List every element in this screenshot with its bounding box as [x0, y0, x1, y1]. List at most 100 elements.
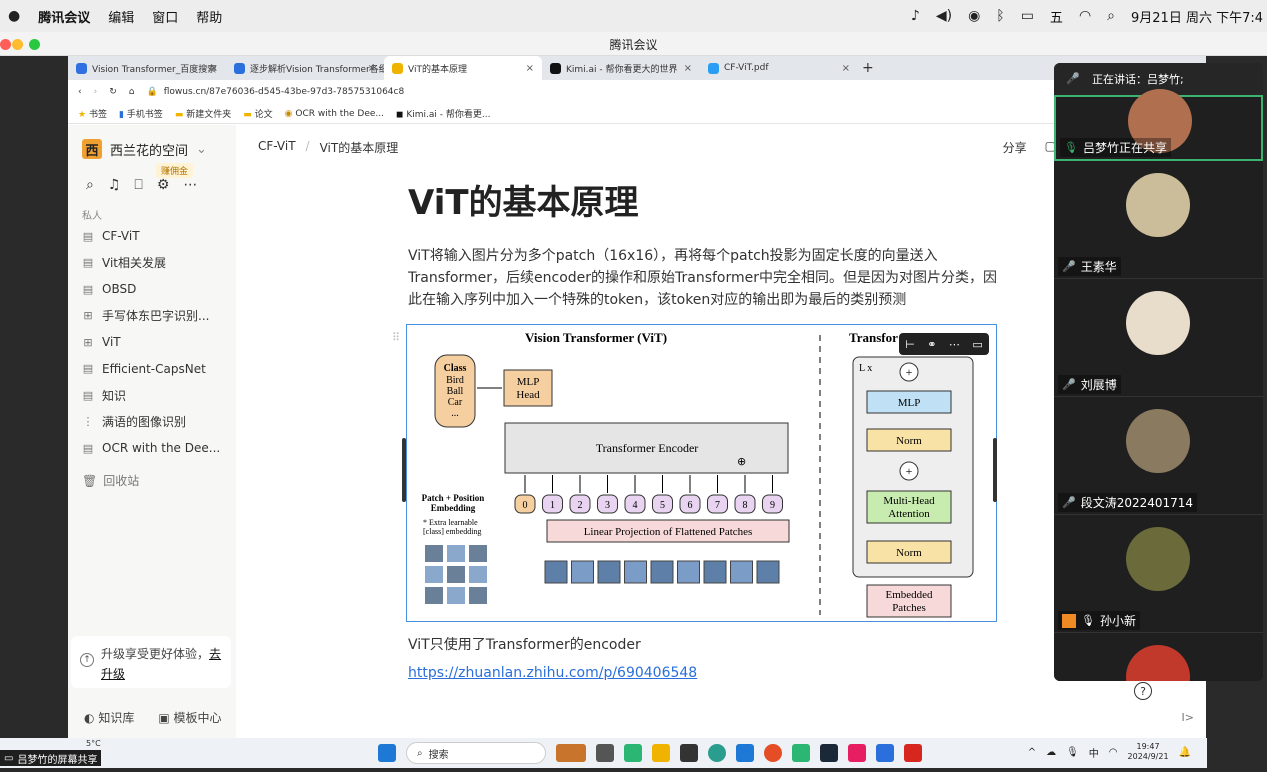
- settings-icon[interactable]: ⚙: [157, 177, 170, 193]
- upgrade-link-2[interactable]: 升级: [101, 667, 125, 681]
- zoom-in-icon[interactable]: ⊕: [737, 455, 746, 468]
- breadcrumb-current[interactable]: ViT的基本原理: [320, 139, 399, 156]
- participant-tile[interactable]: 🎤 王素华: [1054, 161, 1263, 279]
- cloud-icon[interactable]: ☁: [1046, 747, 1056, 758]
- apple-icon[interactable]: ●: [8, 8, 20, 24]
- sidebar-item-knowledge[interactable]: ▤ 知识: [82, 382, 232, 409]
- earn-commission-badge[interactable]: 赚佣金: [156, 163, 194, 178]
- bookmark-star[interactable]: ★ 书签: [78, 107, 107, 120]
- search-icon[interactable]: ⌕: [86, 177, 94, 193]
- tray-chevron-icon[interactable]: ^: [1028, 747, 1036, 758]
- participant-tile[interactable]: 🎤 刘展博: [1054, 279, 1263, 397]
- bluetooth-icon[interactable]: ᛒ: [996, 8, 1004, 24]
- task-view-icon[interactable]: [596, 744, 614, 762]
- menu-help[interactable]: 帮助: [196, 7, 222, 26]
- resize-handle-left[interactable]: [402, 438, 406, 502]
- align-icon[interactable]: ⊢: [905, 338, 915, 351]
- browser-tab[interactable]: Vision Transformer_百度搜索 ×: [68, 56, 226, 80]
- reload-icon[interactable]: ↻: [109, 87, 117, 97]
- home-icon[interactable]: ⌂: [129, 87, 135, 97]
- upgrade-card[interactable]: ↑ 升级享受更好体验，去 升级: [71, 636, 231, 688]
- app-icon[interactable]: [624, 744, 642, 762]
- steam-icon[interactable]: [820, 744, 838, 762]
- close-tab-icon[interactable]: ×: [684, 63, 692, 74]
- taskbar-clock[interactable]: 19:47 2024/9/21: [1128, 742, 1169, 762]
- participant-tile[interactable]: [1054, 633, 1263, 681]
- menu-window[interactable]: 窗口: [152, 7, 178, 26]
- app-icon[interactable]: [848, 744, 866, 762]
- widget-icon[interactable]: [556, 744, 586, 762]
- expand-icon[interactable]: I>: [1182, 711, 1194, 724]
- bookmark-ocr[interactable]: ◉ OCR with the Dee...: [285, 109, 384, 119]
- bell-icon[interactable]: ♫: [108, 177, 121, 193]
- chrome-icon[interactable]: [764, 744, 782, 762]
- sidebar-item-manchu[interactable]: ⋮ 满语的图像识别: [82, 409, 232, 436]
- menu-app-name[interactable]: 腾讯会议: [38, 7, 90, 26]
- taskbar-search[interactable]: ⌕ 搜索: [406, 742, 546, 764]
- sidebar-item-capsnet[interactable]: ▤ Efficient-CapsNet: [82, 356, 232, 383]
- drag-handle-icon[interactable]: ⠿: [392, 331, 400, 344]
- sidebar-item-obsd[interactable]: ▤ OBSD: [82, 276, 232, 303]
- app-icon[interactable]: [680, 744, 698, 762]
- file-explorer-icon[interactable]: [652, 744, 670, 762]
- notification-icon[interactable]: 🔔: [1179, 747, 1191, 758]
- app-icon[interactable]: [876, 744, 894, 762]
- browser-tab-active[interactable]: ViT的基本原理 ×: [384, 56, 542, 80]
- menu-edit[interactable]: 编辑: [108, 7, 134, 26]
- ime-indicator[interactable]: 中: [1089, 745, 1099, 760]
- participant-tile[interactable]: 🎙 吕梦竹正在共享: [1054, 89, 1263, 161]
- bookmark-icon[interactable]: ⎕: [134, 177, 142, 193]
- app-icon[interactable]: [904, 744, 922, 762]
- participant-tile[interactable]: 🎤 段文涛2022401714: [1054, 397, 1263, 515]
- bell-icon[interactable]: ♪: [911, 8, 920, 24]
- mic-icon[interactable]: 🎙: [1066, 747, 1079, 758]
- menubar-clock[interactable]: 9月21日 周六 下午7:4: [1131, 7, 1263, 26]
- bookmark-kimi[interactable]: ◼ Kimi.ai - 帮你看更...: [396, 107, 490, 120]
- breadcrumb-parent[interactable]: CF-ViT: [258, 139, 296, 156]
- close-tab-icon[interactable]: ×: [368, 63, 376, 74]
- sidebar-item-ocr[interactable]: ▤ OCR with the Dee...: [82, 435, 232, 462]
- more-icon[interactable]: ⋯: [183, 177, 197, 193]
- weather-widget[interactable]: 5°C: [86, 739, 101, 748]
- bookmark-folder-new[interactable]: ▬ 新建文件夹: [175, 107, 231, 120]
- wechat-icon[interactable]: ◉: [968, 8, 980, 24]
- volume-icon[interactable]: ◀): [936, 8, 952, 24]
- close-tab-icon[interactable]: ×: [842, 63, 850, 74]
- wifi-icon[interactable]: ◠: [1109, 747, 1118, 758]
- browser-tab[interactable]: Kimi.ai - 帮你看更大的世界 ×: [542, 56, 700, 80]
- forward-icon[interactable]: ›: [94, 87, 98, 97]
- search-icon[interactable]: ⌕: [1107, 8, 1115, 24]
- help-button[interactable]: ?: [1134, 682, 1152, 700]
- wifi-icon[interactable]: ◠: [1079, 8, 1091, 24]
- sidebar-item-dongba[interactable]: ⊞ 手写体东巴字识别...: [82, 303, 232, 330]
- battery-icon[interactable]: ▭: [1021, 8, 1034, 24]
- template-center-link[interactable]: ▣ 模板中心: [158, 709, 221, 726]
- share-button[interactable]: 分享: [1003, 139, 1027, 156]
- upgrade-link[interactable]: 去: [209, 647, 221, 661]
- url-field[interactable]: flowus.cn/87e76036-d545-43be-97d3-785753…: [164, 87, 405, 97]
- trash-link[interactable]: 🗑 回收站: [82, 472, 139, 489]
- bookmark-mobile[interactable]: ▮ 手机书签: [119, 107, 163, 120]
- close-tab-icon[interactable]: ×: [210, 63, 218, 74]
- close-tab-icon[interactable]: ×: [526, 63, 534, 74]
- knowledge-base-link[interactable]: ◐ 知识库: [84, 709, 134, 726]
- windows-start-icon[interactable]: [378, 744, 396, 762]
- edge-icon[interactable]: [708, 744, 726, 762]
- participant-tile[interactable]: 🎙 孙小新: [1054, 515, 1263, 633]
- ime-indicator[interactable]: 五: [1050, 7, 1063, 26]
- app-icon[interactable]: [792, 744, 810, 762]
- browser-tab[interactable]: 逐步解析Vision Transformer各细 ×: [226, 56, 384, 80]
- resize-handle-right[interactable]: [993, 438, 997, 502]
- sidebar-item-vit-dev[interactable]: ▤ Vit相关发展: [82, 250, 232, 277]
- back-icon[interactable]: ‹: [78, 87, 82, 97]
- edge-browser-icon[interactable]: [736, 744, 754, 762]
- reference-link[interactable]: https://zhuanlan.zhihu.com/p/690406548: [408, 665, 697, 681]
- browser-tab[interactable]: CF-ViT.pdf ×: [700, 56, 858, 80]
- new-tab-button[interactable]: +: [858, 56, 874, 80]
- sidebar-item-vit[interactable]: ⊞ ViT: [82, 329, 232, 356]
- vit-architecture-figure[interactable]: Vision Transformer (ViT) Transfor Class …: [406, 324, 997, 622]
- link-icon[interactable]: ⚭: [927, 338, 936, 351]
- more-icon[interactable]: ⋯: [949, 338, 960, 351]
- workspace-switcher[interactable]: 西 西兰花的空间 ⌄: [82, 139, 207, 159]
- sidebar-item-cf-vit[interactable]: ▤ CF-ViT: [82, 223, 232, 250]
